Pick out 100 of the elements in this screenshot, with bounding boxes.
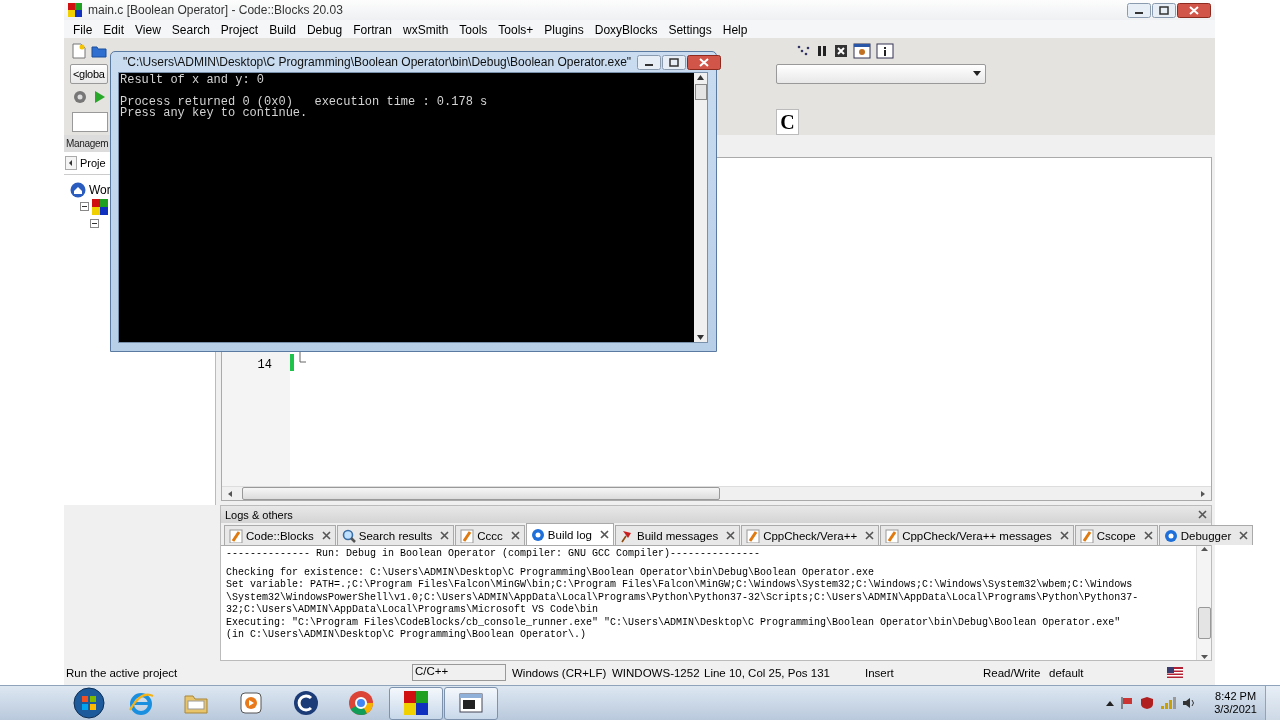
- flag-icon: [1167, 667, 1183, 678]
- scroll-down-icon[interactable]: [697, 335, 704, 340]
- log-tab[interactable]: Cscope: [1074, 525, 1158, 545]
- console-output: Process returned 0 (0x0) execution time : 0.178 s: [120, 97, 489, 108]
- close-icon[interactable]: [865, 531, 875, 540]
- menu-item[interactable]: Help: [717, 21, 754, 37]
- scope-dropdown[interactable]: <globa: [70, 64, 108, 84]
- menu-item[interactable]: Tools: [454, 21, 494, 37]
- codeblocks-icon[interactable]: [403, 690, 429, 716]
- menu-item[interactable]: Fortran: [348, 21, 398, 37]
- scrollbar-thumb[interactable]: [242, 487, 720, 500]
- minimize-icon[interactable]: [1127, 2, 1151, 18]
- menu-item[interactable]: Edit: [98, 21, 131, 37]
- window-title: main.c [Boolean Operator] - Code::Blocks 20.03: [88, 3, 344, 17]
- log-tab[interactable]: Cccc: [455, 525, 525, 545]
- pause-icon[interactable]: [815, 43, 829, 58]
- menu-item[interactable]: File: [68, 21, 99, 37]
- symbol-dropdown[interactable]: [776, 64, 986, 84]
- pencil-icon: [885, 528, 900, 543]
- log-tab[interactable]: Build messages: [614, 525, 741, 545]
- insert-mode: Insert: [864, 666, 895, 679]
- log-tab[interactable]: Debugger: [1158, 525, 1254, 545]
- vertical-scrollbar[interactable]: [694, 73, 707, 342]
- menu-item[interactable]: Debug: [301, 21, 349, 37]
- close-icon[interactable]: [440, 531, 450, 540]
- shield-icon[interactable]: [1140, 696, 1155, 710]
- pin-icon: [619, 528, 634, 543]
- start-button[interactable]: [73, 687, 105, 719]
- media-player-icon[interactable]: [238, 690, 264, 716]
- close-icon[interactable]: [1177, 2, 1211, 18]
- close-icon[interactable]: [1143, 531, 1153, 540]
- console-output: Press any key to continue.: [120, 108, 309, 119]
- console-output: Result of x and y: 0: [120, 75, 266, 86]
- log-line: 32;C:\Users\ADMIN\AppData\Local\Programs\Microsoft VS Code\bin: [226, 604, 600, 617]
- menu-item[interactable]: Project: [215, 21, 265, 37]
- log-line: Executing: "C:\Program Files\CodeBlocks/cb_console_runner.exe" "C:\Users\ADMIN\Desktop\C Programming\Boolean Operator\bin\Debug\Boolean Operator.exe": [226, 616, 1122, 629]
- minimize-icon[interactable]: [637, 54, 662, 70]
- show-hidden-icon[interactable]: [1106, 700, 1115, 706]
- panel-tab[interactable]: Proje: [79, 155, 107, 171]
- scroll-right-icon[interactable]: [1199, 489, 1207, 498]
- log-tab[interactable]: CppCheck/Vera++: [741, 525, 880, 545]
- clock-time: 8:42 PM: [1215, 690, 1257, 703]
- volume-icon[interactable]: [1182, 696, 1197, 710]
- line-number: 14: [257, 358, 272, 373]
- menu-item[interactable]: Tools+: [493, 21, 540, 37]
- maximize-icon[interactable]: [1152, 2, 1176, 18]
- console-window-icon[interactable]: [458, 690, 484, 716]
- close-icon[interactable]: [1059, 531, 1069, 540]
- profile-name: default: [1048, 666, 1085, 679]
- window-icon[interactable]: [853, 42, 871, 59]
- close-icon[interactable]: [1239, 531, 1249, 540]
- search-field[interactable]: [72, 112, 108, 133]
- scroll-up-icon[interactable]: [697, 75, 704, 80]
- search-icon: [341, 528, 356, 543]
- close-icon[interactable]: [510, 531, 520, 540]
- panel-title: Managem: [66, 138, 109, 149]
- scrollbar-thumb[interactable]: [694, 84, 707, 100]
- maximize-icon[interactable]: [662, 54, 687, 70]
- menu-item[interactable]: View: [130, 21, 167, 37]
- log-line: Checking for existence: C:\Users\ADMIN\Desktop\C Programming\Boolean Operator\bin\Debug\Boolean Operator.exe: [226, 566, 876, 579]
- browser-icon[interactable]: [128, 690, 154, 716]
- clock-date: 3/3/2021: [1214, 703, 1257, 716]
- folder-icon[interactable]: [91, 43, 107, 58]
- menu-item[interactable]: Settings: [663, 21, 718, 37]
- close-icon[interactable]: [687, 54, 722, 70]
- window-title: "C:\Users\ADMIN\Desktop\C Programming\Boolean Operator\bin\Debug\Boolean Operator.exe": [123, 55, 632, 69]
- encoding: WINDOWS-1252: [611, 666, 701, 679]
- horizontal-scrollbar[interactable]: [222, 486, 1211, 500]
- collapse-icon[interactable]: [80, 202, 89, 211]
- scroll-left-icon[interactable]: [226, 489, 234, 498]
- codeblocks-logo-icon: [68, 3, 82, 17]
- menu-item[interactable]: Build: [264, 21, 302, 37]
- log-tab[interactable]: Search results: [336, 525, 455, 545]
- cursor-position: Line 10, Col 25, Pos 131: [703, 666, 831, 679]
- collapse-icon[interactable]: [90, 219, 99, 228]
- log-line: -------------- Run: Debug in Boolean Operator (compiler: GNU GCC Compiler)---------------: [226, 548, 762, 561]
- pencil-icon: [460, 528, 475, 543]
- caret-icon: [973, 71, 981, 77]
- scroll-down-icon[interactable]: [1200, 654, 1208, 660]
- flag-tray-icon[interactable]: [1120, 696, 1135, 710]
- close-icon[interactable]: [726, 531, 736, 540]
- close-icon[interactable]: [1198, 510, 1207, 519]
- close-icon[interactable]: [599, 530, 609, 539]
- menu-item[interactable]: Search: [166, 21, 216, 37]
- stop-icon[interactable]: [834, 43, 848, 58]
- scrollbar-thumb[interactable]: [1197, 607, 1211, 639]
- menu-item[interactable]: Plugins: [539, 21, 590, 37]
- workspace-icon: [70, 181, 86, 198]
- log-tab[interactable]: Code::Blocks: [224, 525, 336, 545]
- log-tab[interactable]: Build log: [525, 523, 614, 545]
- log-tab[interactable]: CppCheck/Vera++ messages: [880, 525, 1074, 545]
- menu-item[interactable]: DoxyBlocks: [589, 21, 664, 37]
- close-icon[interactable]: [321, 531, 331, 540]
- info-icon[interactable]: [876, 42, 894, 59]
- tree-item[interactable]: Wor: [89, 182, 111, 197]
- menu-item[interactable]: wxSmith: [397, 21, 455, 37]
- log-line: Set variable: PATH=.;C:\Program Files\Falcon\MinGW\bin;C:\Program Files\Falcon\MinGW;C:\Windows\System32;C:\Windows;C:\Windows\System32\wbem;C:\Windows: [226, 579, 1134, 592]
- line-endings: Windows (CR+LF): [511, 666, 608, 679]
- scroll-left-icon[interactable]: [65, 156, 77, 170]
- vertical-scrollbar[interactable]: [1196, 546, 1211, 660]
